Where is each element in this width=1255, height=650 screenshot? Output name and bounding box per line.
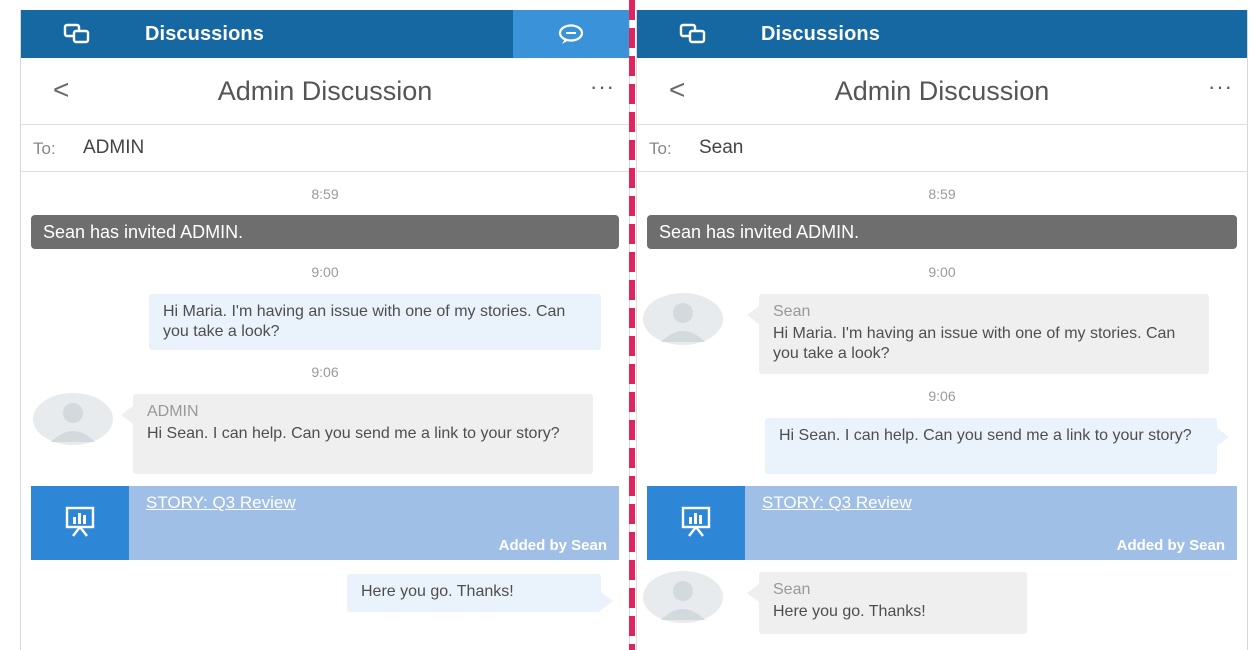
- sent-message: Hi Sean. I can help. Can you send me a l…: [765, 418, 1217, 474]
- topbar-title: Discussions: [761, 23, 880, 45]
- story-added-by: Added by Sean: [1116, 537, 1225, 554]
- story-card[interactable]: STORY: Q3 Review Added by Sean: [647, 486, 1237, 560]
- to-label: To:: [649, 139, 672, 158]
- message-sender: Sean: [773, 303, 811, 320]
- timestamp: 9:00: [311, 264, 339, 280]
- message-text: Hi Maria. I'm having an issue with one o…: [163, 303, 566, 340]
- bubble-tail: [1217, 428, 1229, 446]
- chat-button[interactable]: [513, 10, 629, 58]
- received-message: Sean Hi Maria. I'm having an issue with …: [759, 294, 1209, 374]
- discussion-header: < Admin Discussion ···: [21, 58, 629, 125]
- topbar: Discussions: [637, 10, 1247, 58]
- recipient-bar: To: Sean: [637, 125, 1247, 172]
- message-text: Here you go. Thanks!: [361, 583, 514, 600]
- message-text: Hi Maria. I'm having an issue with one o…: [773, 325, 1176, 362]
- left-discussion-pane: Discussions < Admin Discussion ··· To: A…: [20, 10, 630, 650]
- message-sender: ADMIN: [147, 403, 199, 420]
- timestamp: 8:59: [928, 186, 956, 202]
- more-options-button[interactable]: ···: [1208, 74, 1233, 100]
- discussions-icon: [63, 23, 90, 44]
- topbar-title: Discussions: [145, 23, 264, 45]
- to-label: To:: [33, 139, 56, 158]
- system-message: Sean has invited ADMIN.: [647, 215, 1237, 249]
- screenshot-frame: Discussions < Admin Discussion ··· To: A…: [0, 0, 1255, 650]
- bubble-tail: [601, 592, 613, 610]
- recipient-bar: To: ADMIN: [21, 125, 629, 172]
- bubble-tail: [747, 584, 759, 602]
- recipient-value: Sean: [699, 137, 744, 158]
- bubble-tail: [121, 406, 133, 424]
- avatar: [643, 571, 723, 623]
- story-link[interactable]: STORY: Q3 Review: [146, 493, 296, 513]
- page-title: Admin Discussion: [834, 76, 1050, 106]
- received-message: ADMIN Hi Sean. I can help. Can you send …: [133, 394, 593, 474]
- discussions-icon: [679, 23, 706, 44]
- bubble-tail: [747, 306, 759, 324]
- discussion-header: < Admin Discussion ···: [637, 58, 1247, 125]
- timestamp: 9:06: [311, 364, 339, 380]
- chat-bubble-icon: [558, 24, 584, 44]
- avatar: [33, 393, 113, 445]
- message-text: Hi Sean. I can help. Can you send me a l…: [147, 425, 560, 442]
- sent-message: Here you go. Thanks!: [347, 574, 601, 612]
- received-message: Sean Here you go. Thanks!: [759, 572, 1027, 634]
- avatar: [643, 293, 723, 345]
- topbar: Discussions: [21, 10, 629, 58]
- story-card[interactable]: STORY: Q3 Review Added by Sean: [31, 486, 619, 560]
- story-icon-box: [647, 486, 745, 560]
- right-discussion-pane: Discussions < Admin Discussion ··· To: S…: [636, 10, 1248, 650]
- message-sender: Sean: [773, 581, 811, 598]
- story-link[interactable]: STORY: Q3 Review: [762, 493, 912, 513]
- story-icon-box: [31, 486, 129, 560]
- recipient-value: ADMIN: [83, 137, 145, 158]
- sent-message: Hi Maria. I'm having an issue with one o…: [149, 294, 601, 350]
- page-title: Admin Discussion: [217, 76, 433, 106]
- timestamp: 8:59: [311, 186, 339, 202]
- presentation-chart-icon: [681, 506, 711, 537]
- timestamp: 9:06: [928, 388, 956, 404]
- presentation-chart-icon: [65, 506, 95, 537]
- more-options-button[interactable]: ···: [590, 74, 615, 100]
- message-text: Here you go. Thanks!: [773, 603, 926, 620]
- message-text: Hi Sean. I can help. Can you send me a l…: [779, 427, 1192, 444]
- system-message: Sean has invited ADMIN.: [31, 215, 619, 249]
- timestamp: 9:00: [928, 264, 956, 280]
- story-added-by: Added by Sean: [498, 537, 607, 554]
